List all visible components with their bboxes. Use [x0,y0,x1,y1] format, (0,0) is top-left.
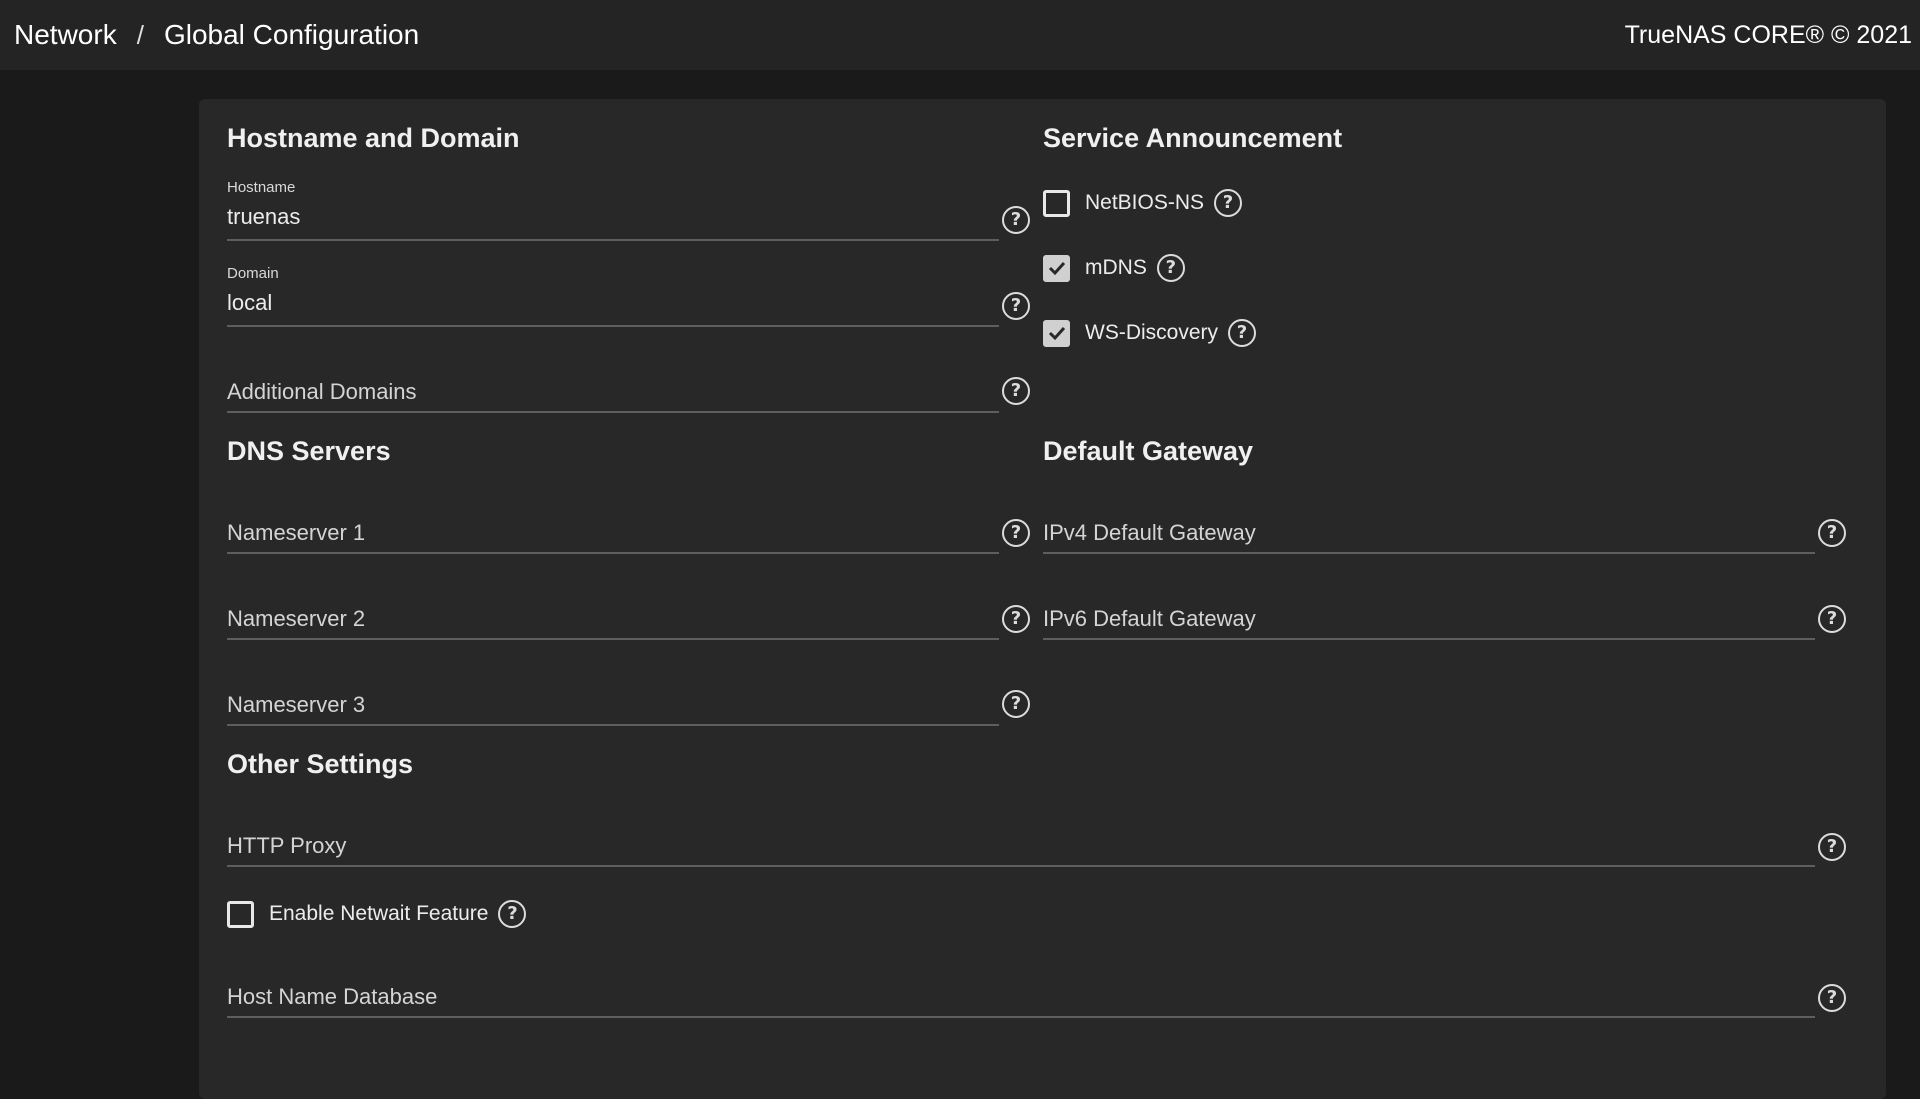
nameserver-1-field[interactable]: Nameserver 1 [227,520,999,554]
ipv4-default-gateway-help-icon[interactable]: ? [1818,519,1846,547]
domain-input[interactable]: local [227,290,272,316]
mdns-label: mDNS [1085,256,1147,279]
breadcrumb-separator: / [136,19,144,50]
mdns-row: mDNS ? [1043,254,1185,282]
netbios-ns-label: NetBIOS-NS [1085,191,1205,214]
http-proxy-underline [227,865,1815,867]
nameserver-2-field[interactable]: Nameserver 2 [227,606,999,640]
additional-domains-field[interactable]: Additional Domains [227,379,999,413]
hostname-field[interactable]: Hostname truenas [227,179,999,243]
host-name-database-underline [227,1016,1815,1018]
section-title-dns-servers: DNS Servers [227,436,391,466]
domain-help-icon[interactable]: ? [1002,292,1030,320]
netwait-checkbox[interactable] [227,900,254,928]
host-name-database-field[interactable]: Host Name Database [227,984,1815,1018]
domain-label: Domain [227,265,279,282]
netbios-ns-row: NetBIOS-NS ? [1043,189,1243,217]
ws-discovery-row: WS-Discovery ? [1043,319,1257,347]
netwait-row: Enable Netwait Feature ? [227,900,527,928]
nameserver-3-field[interactable]: Nameserver 3 [227,692,999,726]
nameserver-1-input[interactable]: Nameserver 1 [227,520,365,546]
breadcrumb-network[interactable]: Network [14,19,117,51]
http-proxy-input[interactable]: HTTP Proxy [227,833,346,859]
nameserver-2-help-icon[interactable]: ? [1002,605,1030,633]
global-configuration-form: Hostname and Domain Hostname truenas ? D… [199,99,1886,1099]
http-proxy-help-icon[interactable]: ? [1818,833,1846,861]
nameserver-1-underline [227,552,999,554]
nameserver-2-input[interactable]: Nameserver 2 [227,606,365,632]
http-proxy-field[interactable]: HTTP Proxy [227,833,1815,867]
section-title-other-settings: Other Settings [227,749,414,779]
domain-underline [227,325,999,327]
copyright-text: TrueNAS CORE® © 2021 [1624,20,1912,49]
top-bar: Network / Global Configuration TrueNAS C… [0,0,1920,70]
mdns-checkbox[interactable] [1043,254,1070,282]
ipv6-default-gateway-underline [1043,638,1815,640]
ipv4-default-gateway-underline [1043,552,1815,554]
nameserver-2-underline [227,638,999,640]
nameserver-3-underline [227,724,999,726]
section-title-service-announcement: Service Announcement [1043,123,1343,153]
hostname-input[interactable]: truenas [227,204,300,230]
nameserver-3-help-icon[interactable]: ? [1002,690,1030,718]
section-title-hostname-domain: Hostname and Domain [227,123,520,153]
hostname-label: Hostname [227,179,296,196]
checkmark-icon [1048,326,1065,341]
additional-domains-input[interactable]: Additional Domains [227,379,417,405]
host-name-database-input[interactable]: Host Name Database [227,984,437,1010]
checkmark-icon [1048,261,1065,276]
additional-domains-help-icon[interactable]: ? [1002,377,1030,405]
ipv4-default-gateway-field[interactable]: IPv4 Default Gateway [1043,520,1815,554]
ipv6-default-gateway-input[interactable]: IPv6 Default Gateway [1043,606,1256,632]
netbios-ns-help-icon[interactable]: ? [1214,189,1243,217]
ipv4-default-gateway-input[interactable]: IPv4 Default Gateway [1043,520,1256,546]
section-title-default-gateway: Default Gateway [1043,436,1254,466]
ipv6-default-gateway-help-icon[interactable]: ? [1818,605,1846,633]
breadcrumb: Network / Global Configuration [14,19,419,51]
mdns-help-icon[interactable]: ? [1156,254,1185,282]
nameserver-1-help-icon[interactable]: ? [1002,519,1030,547]
netwait-help-icon[interactable]: ? [498,900,527,928]
host-name-database-help-icon[interactable]: ? [1818,984,1846,1012]
nameserver-3-input[interactable]: Nameserver 3 [227,692,365,718]
ws-discovery-checkbox[interactable] [1043,319,1070,347]
additional-domains-underline [227,411,999,413]
hostname-underline [227,239,999,241]
netwait-label: Enable Netwait Feature [269,902,489,925]
netbios-ns-checkbox[interactable] [1043,189,1070,217]
ipv6-default-gateway-field[interactable]: IPv6 Default Gateway [1043,606,1815,640]
hostname-help-icon[interactable]: ? [1002,206,1030,234]
breadcrumb-global-configuration: Global Configuration [163,19,420,50]
domain-field[interactable]: Domain local [227,265,999,329]
ws-discovery-help-icon[interactable]: ? [1228,319,1257,347]
ws-discovery-label: WS-Discovery [1085,321,1219,344]
